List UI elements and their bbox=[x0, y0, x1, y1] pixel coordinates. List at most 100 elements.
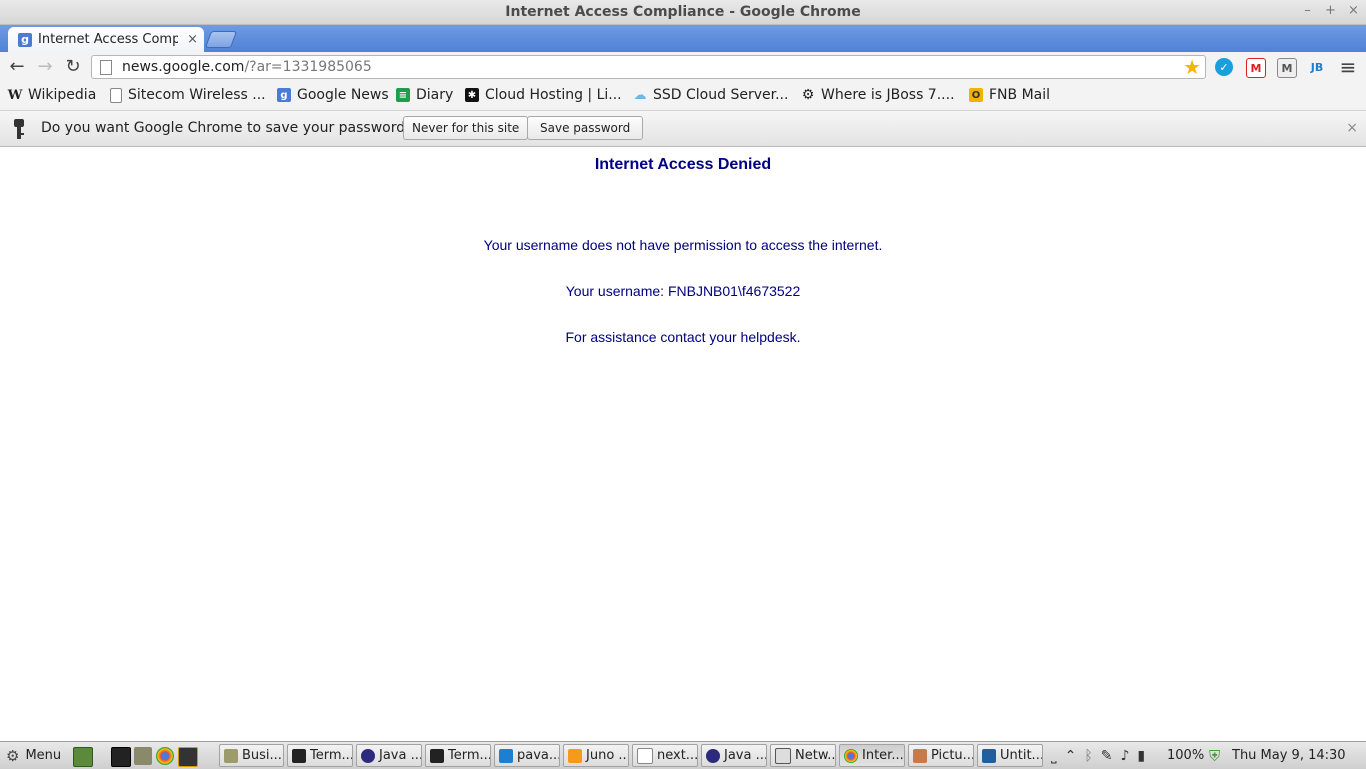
back-button[interactable]: ← bbox=[7, 57, 27, 77]
page-icon bbox=[110, 87, 122, 103]
taskbar-label: Busi... bbox=[242, 748, 282, 763]
bookmark-label: Sitecom Wireless ... bbox=[128, 87, 266, 103]
bookmark-jboss[interactable]: ⚙ Where is JBoss 7.... bbox=[801, 87, 955, 103]
save-password-infobar: Do you want Google Chrome to save your p… bbox=[0, 111, 1366, 147]
tab-title: Internet Access Compli bbox=[38, 32, 178, 47]
chrome-icon[interactable] bbox=[156, 747, 174, 765]
mail-checker-icon[interactable]: M bbox=[1277, 58, 1297, 78]
never-for-this-site-button[interactable]: Never for this site bbox=[403, 116, 529, 140]
reload-button[interactable]: ↻ bbox=[63, 57, 83, 77]
page-icon bbox=[100, 59, 112, 75]
close-window-button[interactable]: × bbox=[1347, 3, 1360, 18]
taskbar-label: Inter... bbox=[862, 748, 904, 763]
terminal-icon bbox=[292, 748, 306, 763]
address-bar[interactable]: news.google.com/?ar=1331985065 ★ bbox=[91, 55, 1206, 79]
bookmark-star-icon[interactable]: ★ bbox=[1183, 55, 1201, 79]
gmail-extension-icon[interactable]: M bbox=[1246, 58, 1266, 78]
taskbar-item-terminal-2[interactable]: Term... bbox=[425, 744, 491, 767]
keyboard-icon[interactable]: ⎵ bbox=[1051, 748, 1057, 764]
bookmark-cloud-hosting[interactable]: ✱ Cloud Hosting | Li... bbox=[465, 87, 622, 103]
bookmark-sitecom[interactable]: Sitecom Wireless ... bbox=[110, 87, 266, 103]
infobar-message: Do you want Google Chrome to save your p… bbox=[41, 120, 413, 136]
bookmark-label: Where is JBoss 7.... bbox=[821, 87, 955, 103]
text-editor-icon bbox=[637, 747, 653, 764]
pen-icon[interactable]: ✎ bbox=[1101, 748, 1113, 764]
taskbar-label: Untit... bbox=[1000, 748, 1043, 763]
page-content: Internet Access Denied Your username doe… bbox=[0, 148, 1366, 740]
bluetooth-icon[interactable]: ᛒ bbox=[1084, 748, 1092, 764]
url-host: news.google.com bbox=[122, 59, 245, 75]
infobar-close-button[interactable]: × bbox=[1346, 120, 1358, 136]
shield-icon[interactable]: ⛨ bbox=[1209, 744, 1220, 767]
start-menu-button[interactable]: ⚙ Menu bbox=[6, 744, 61, 767]
taskbar-label: Term... bbox=[310, 748, 353, 763]
document-icon bbox=[982, 748, 996, 763]
bookmark-wikipedia[interactable]: W Wikipedia bbox=[8, 87, 97, 103]
taskbar-item-terminal-1[interactable]: Term... bbox=[287, 744, 353, 767]
new-tab-button[interactable] bbox=[204, 31, 238, 48]
bookmark-google-news[interactable]: g Google News bbox=[277, 87, 389, 103]
bookmark-label: Google News bbox=[297, 87, 389, 103]
battery-icon[interactable]: ▮ bbox=[1137, 748, 1145, 764]
taskbar-item-network[interactable]: Netw... bbox=[770, 744, 836, 767]
eclipse-icon bbox=[706, 748, 720, 763]
eclipse-icon bbox=[361, 748, 375, 763]
cloud-icon: ☁ bbox=[633, 87, 647, 103]
taskbar-item-chrome[interactable]: Inter... bbox=[839, 744, 905, 767]
bookmark-label: FNB Mail bbox=[989, 87, 1051, 103]
taskbar-label: Java ... bbox=[379, 748, 422, 763]
url-query: /?ar=1331985065 bbox=[244, 59, 372, 75]
taskbar-label: pava... bbox=[517, 748, 560, 763]
bookmark-label: Wikipedia bbox=[28, 87, 97, 103]
taskbar-item-busi[interactable]: Busi... bbox=[219, 744, 284, 767]
system-tray: ⎵ ⌃ ᛒ ✎ ♪ ▮ bbox=[1051, 744, 1145, 767]
chrome-icon bbox=[844, 748, 858, 763]
forward-button[interactable]: → bbox=[35, 57, 55, 77]
tab-active[interactable]: g Internet Access Compli × bbox=[8, 27, 204, 52]
save-password-button[interactable]: Save password bbox=[527, 116, 644, 140]
key-icon bbox=[14, 119, 24, 139]
terminal-icon[interactable] bbox=[111, 747, 131, 767]
maximize-button[interactable]: + bbox=[1324, 3, 1337, 18]
taskbar-item-java-1[interactable]: Java ... bbox=[356, 744, 422, 767]
taskbar-item-next[interactable]: next... bbox=[632, 744, 698, 767]
google-news-icon: g bbox=[18, 32, 32, 47]
username-line: Your username: FNBJNB01\f4673522 bbox=[565, 283, 801, 299]
outlook-icon: O bbox=[969, 88, 983, 102]
bookmark-label: Diary bbox=[416, 87, 454, 103]
feed-icon bbox=[568, 748, 582, 763]
page-heading: Internet Access Denied bbox=[594, 156, 772, 173]
taskbar-label: Netw... bbox=[795, 748, 836, 763]
taskbar-item-pava[interactable]: pava... bbox=[494, 744, 560, 767]
show-desktop-icon[interactable] bbox=[73, 747, 93, 767]
chrome-menu-button[interactable]: ≡ bbox=[1338, 57, 1358, 77]
bookmark-fnb-mail[interactable]: O FNB Mail bbox=[969, 87, 1050, 103]
taskbar-item-juno[interactable]: Juno ... bbox=[563, 744, 629, 767]
window-controls: – + × bbox=[1301, 3, 1360, 18]
url-text[interactable]: news.google.com/?ar=1331985065 bbox=[122, 59, 372, 75]
taskbar-item-untitled[interactable]: Untit... bbox=[977, 744, 1043, 767]
tab-close-button[interactable]: × bbox=[187, 32, 198, 47]
bookmark-label: SSD Cloud Server... bbox=[653, 87, 789, 103]
google-news-icon: g bbox=[277, 88, 291, 102]
spreadsheet-icon: ≡ bbox=[396, 88, 410, 102]
menu-label: Menu bbox=[25, 748, 62, 763]
taskbar-label: next... bbox=[657, 748, 698, 763]
extension-check-icon[interactable]: ✓ bbox=[1215, 58, 1233, 76]
folder-icon bbox=[224, 748, 238, 763]
battery-percent: 100% bbox=[1167, 748, 1205, 763]
minimize-button[interactable]: – bbox=[1301, 3, 1314, 18]
taskbar-item-pictures[interactable]: Pictu... bbox=[908, 744, 974, 767]
volume-icon[interactable]: ♪ bbox=[1120, 748, 1129, 764]
bookmark-diary[interactable]: ≡ Diary bbox=[396, 87, 453, 103]
jetbrains-extension-icon[interactable]: JB bbox=[1308, 58, 1326, 76]
taskbar-item-java-2[interactable]: Java ... bbox=[701, 744, 767, 767]
window-titlebar: Internet Access Compliance - Google Chro… bbox=[0, 0, 1366, 25]
clock[interactable]: Thu May 9, 14:30 bbox=[1232, 744, 1346, 767]
system-monitor-icon[interactable] bbox=[178, 747, 198, 767]
file-manager-icon[interactable] bbox=[134, 747, 152, 765]
window-title: Internet Access Compliance - Google Chro… bbox=[505, 4, 861, 20]
tray-expand-icon[interactable]: ⌃ bbox=[1065, 748, 1077, 764]
webstorm-icon bbox=[499, 748, 513, 763]
bookmark-ssd-cloud[interactable]: ☁ SSD Cloud Server... bbox=[633, 87, 789, 103]
